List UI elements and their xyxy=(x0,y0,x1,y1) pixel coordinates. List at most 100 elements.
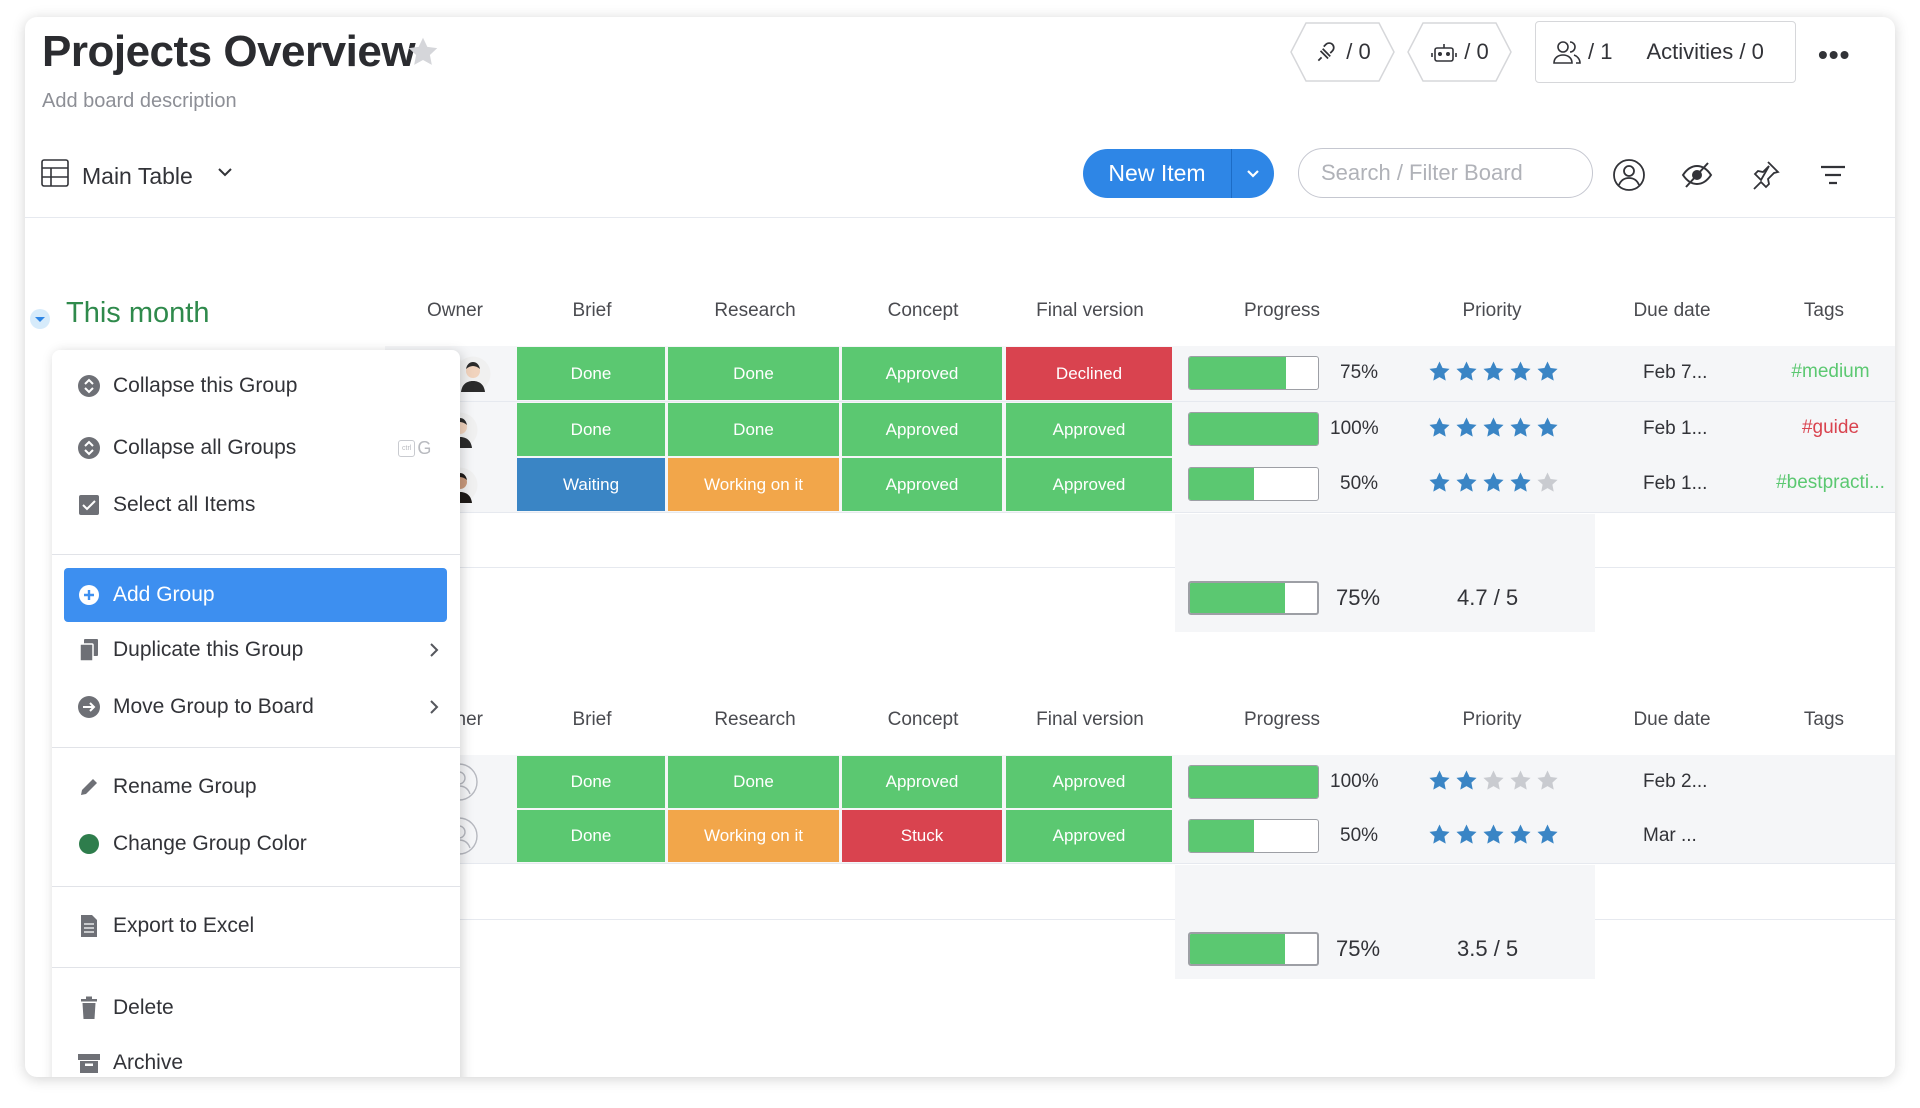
star-icon[interactable] xyxy=(1455,416,1478,439)
new-item-dropdown[interactable] xyxy=(1232,149,1274,198)
new-item-button[interactable]: New Item xyxy=(1083,149,1231,198)
page-title[interactable]: Projects Overview xyxy=(42,27,416,77)
members-button[interactable]: / 1 xyxy=(1552,39,1612,65)
due-date-cell[interactable]: Mar ... xyxy=(1643,825,1697,847)
more-options-icon[interactable]: ••• xyxy=(1818,39,1850,71)
star-icon[interactable] xyxy=(1509,416,1532,439)
priority-rating[interactable] xyxy=(1428,823,1559,846)
menu-item-duplicate-group[interactable]: Duplicate this Group xyxy=(52,623,460,677)
tag-cell[interactable]: #medium xyxy=(1768,361,1893,383)
star-icon[interactable] xyxy=(1455,471,1478,494)
status-cell-final[interactable]: Declined xyxy=(1006,347,1172,400)
status-cell-final[interactable]: Approved xyxy=(1006,403,1172,456)
star-icon[interactable] xyxy=(1536,360,1559,383)
column-header-brief[interactable]: Brief xyxy=(512,300,672,322)
star-icon[interactable] xyxy=(1428,471,1451,494)
activities-link[interactable]: Activities / 0 xyxy=(1646,39,1763,65)
column-header-final[interactable]: Final version xyxy=(1010,300,1170,322)
column-header-progress[interactable]: Progress xyxy=(1202,300,1362,322)
activity-box[interactable]: / 1 Activities / 0 xyxy=(1535,21,1796,83)
column-header-progress[interactable]: Progress xyxy=(1202,709,1362,731)
menu-item-select-all[interactable]: Select all Items xyxy=(52,478,460,532)
priority-rating[interactable] xyxy=(1428,769,1559,792)
status-cell-research[interactable]: Working on it xyxy=(668,810,839,862)
favorite-star-icon[interactable] xyxy=(405,34,441,70)
star-icon[interactable] xyxy=(1482,823,1505,846)
status-cell-research[interactable]: Done xyxy=(668,347,839,400)
tag-cell[interactable]: #bestpracti... xyxy=(1768,472,1893,494)
star-icon[interactable] xyxy=(1428,823,1451,846)
column-header-tags[interactable]: Tags xyxy=(1744,300,1895,322)
column-header-tags[interactable]: Tags xyxy=(1744,709,1895,731)
status-cell-research[interactable]: Working on it xyxy=(668,458,839,511)
pin-icon[interactable] xyxy=(1748,158,1782,192)
column-header-priority[interactable]: Priority xyxy=(1412,300,1572,322)
priority-rating[interactable] xyxy=(1428,416,1559,439)
star-icon[interactable] xyxy=(1536,823,1559,846)
filter-sort-icon[interactable] xyxy=(1816,158,1850,192)
due-date-cell[interactable]: Feb 7... xyxy=(1643,362,1707,384)
column-header-research[interactable]: Research xyxy=(675,709,835,731)
person-filter-icon[interactable] xyxy=(1612,158,1646,192)
column-header-concept[interactable]: Concept xyxy=(843,300,1003,322)
column-header-owner[interactable]: Owner xyxy=(375,300,535,322)
star-icon[interactable] xyxy=(1509,769,1532,792)
status-cell-concept[interactable]: Approved xyxy=(842,347,1002,400)
group-title[interactable]: This month xyxy=(66,297,209,330)
star-icon[interactable] xyxy=(1509,360,1532,383)
avatar[interactable] xyxy=(455,356,491,392)
star-icon[interactable] xyxy=(1455,823,1478,846)
status-cell-brief[interactable]: Done xyxy=(517,403,665,456)
star-icon[interactable] xyxy=(1536,471,1559,494)
hide-columns-eye-icon[interactable] xyxy=(1680,158,1714,192)
status-cell-research[interactable]: Done xyxy=(668,756,839,808)
chevron-down-icon[interactable] xyxy=(216,165,234,179)
column-header-due[interactable]: Due date xyxy=(1592,300,1752,322)
star-icon[interactable] xyxy=(1509,823,1532,846)
status-cell-final[interactable]: Approved xyxy=(1006,756,1172,808)
star-icon[interactable] xyxy=(1482,416,1505,439)
status-cell-brief[interactable]: Done xyxy=(517,347,665,400)
new-item-button-group[interactable]: New Item xyxy=(1083,149,1274,198)
menu-item-change-color[interactable]: Change Group Color xyxy=(52,817,460,871)
tag-cell[interactable]: #guide xyxy=(1768,417,1893,439)
menu-item-rename-group[interactable]: Rename Group xyxy=(52,760,460,814)
star-icon[interactable] xyxy=(1509,471,1532,494)
star-icon[interactable] xyxy=(1482,360,1505,383)
menu-item-collapse-all[interactable]: Collapse all Groups ctrl G xyxy=(52,421,460,475)
column-header-final[interactable]: Final version xyxy=(1010,709,1170,731)
star-icon[interactable] xyxy=(1455,360,1478,383)
star-icon[interactable] xyxy=(1482,769,1505,792)
due-date-cell[interactable]: Feb 1... xyxy=(1643,418,1707,440)
status-cell-concept[interactable]: Stuck xyxy=(842,810,1002,862)
menu-item-archive[interactable]: Archive xyxy=(52,1036,460,1077)
status-cell-final[interactable]: Approved xyxy=(1006,810,1172,862)
status-cell-concept[interactable]: Approved xyxy=(842,756,1002,808)
due-date-cell[interactable]: Feb 2... xyxy=(1643,771,1707,793)
menu-item-collapse-group[interactable]: Collapse this Group xyxy=(52,359,460,413)
status-cell-brief[interactable]: Done xyxy=(517,756,665,808)
search-input[interactable]: Search / Filter Board xyxy=(1298,148,1593,198)
priority-rating[interactable] xyxy=(1428,471,1559,494)
star-icon[interactable] xyxy=(1428,360,1451,383)
star-icon[interactable] xyxy=(1536,416,1559,439)
status-cell-brief[interactable]: Waiting xyxy=(517,458,665,511)
status-cell-final[interactable]: Approved xyxy=(1006,458,1172,511)
star-icon[interactable] xyxy=(1428,416,1451,439)
due-date-cell[interactable]: Feb 1... xyxy=(1643,473,1707,495)
automations-button[interactable]: / 0 xyxy=(1407,22,1512,82)
menu-item-export-excel[interactable]: Export to Excel xyxy=(52,899,460,953)
column-header-priority[interactable]: Priority xyxy=(1412,709,1572,731)
star-icon[interactable] xyxy=(1428,769,1451,792)
status-cell-research[interactable]: Done xyxy=(668,403,839,456)
column-header-brief[interactable]: Brief xyxy=(512,709,672,731)
menu-item-delete[interactable]: Delete xyxy=(52,981,460,1035)
status-cell-concept[interactable]: Approved xyxy=(842,458,1002,511)
status-cell-brief[interactable]: Done xyxy=(517,810,665,862)
star-icon[interactable] xyxy=(1536,769,1559,792)
board-description[interactable]: Add board description xyxy=(42,90,237,113)
column-header-due[interactable]: Due date xyxy=(1592,709,1752,731)
priority-rating[interactable] xyxy=(1428,360,1559,383)
status-cell-concept[interactable]: Approved xyxy=(842,403,1002,456)
star-icon[interactable] xyxy=(1482,471,1505,494)
